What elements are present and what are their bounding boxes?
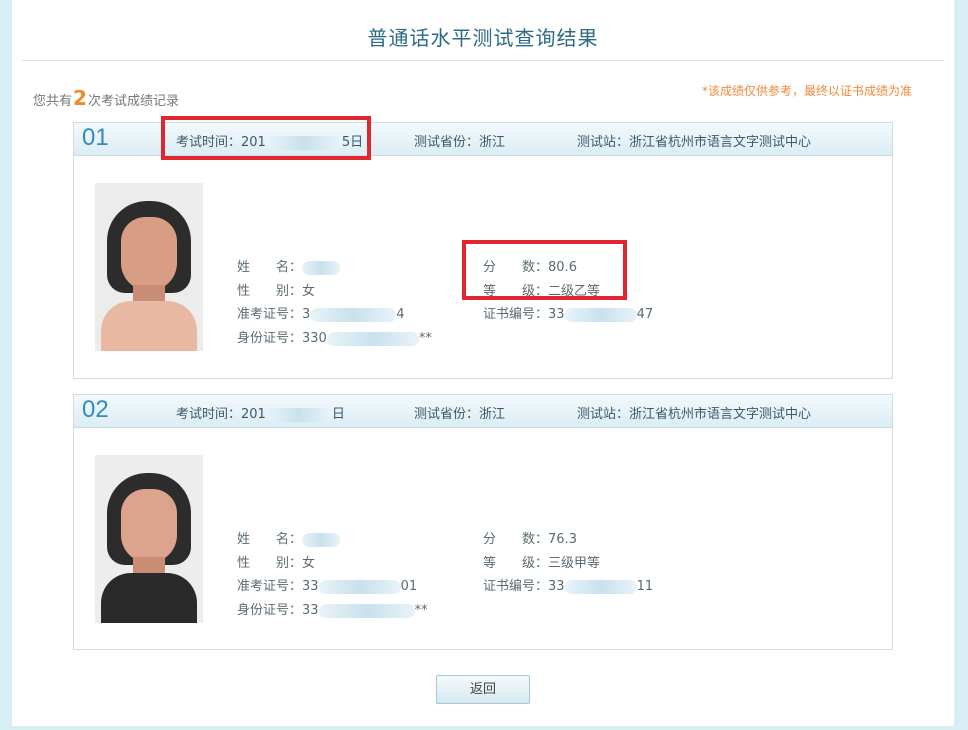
- redacted-blur: [318, 579, 401, 594]
- field-cert-no: 证书编号：33 47: [483, 307, 654, 322]
- redacted-blur: [326, 331, 419, 346]
- page-title: 普通话水平测试查询结果: [367, 26, 599, 50]
- field-id-no: 身份证号：330 **: [237, 331, 432, 346]
- level-value: 三级甲等: [548, 556, 601, 571]
- redacted-blur: [302, 260, 341, 275]
- highlight-box-exam-time: [161, 116, 371, 160]
- redacted-blur: [302, 532, 341, 547]
- results-page: 普通话水平测试查询结果 您共有2次考试成绩记录 *该成绩仅供参考，最终以证书成绩…: [12, 0, 954, 726]
- redacted-blur: [564, 307, 637, 322]
- field-id-no: 身份证号：33 **: [237, 603, 428, 618]
- field-level: 等 级：三级甲等: [483, 556, 601, 571]
- redacted-blur: [564, 579, 637, 594]
- field-cert-no: 证书编号：33 11: [483, 579, 654, 594]
- test-station: 测试站：浙江省杭州市语言文字测试中心: [577, 407, 812, 422]
- result-card-02: 02 考试时间：201 日 测试省份：浙江 测试站：浙江省杭州市语言文字测试中心 …: [73, 394, 893, 650]
- redacted-blur: [318, 603, 415, 618]
- summary-prefix: 您共有: [33, 94, 73, 109]
- summary-suffix: 次考试成绩记录: [87, 94, 179, 109]
- candidate-photo: [95, 183, 203, 351]
- field-score: 分 数：76.3: [483, 532, 577, 547]
- field-name: 姓 名：: [237, 256, 341, 275]
- exam-time-end: 日: [331, 407, 345, 422]
- highlight-box-score-level: [462, 240, 627, 300]
- exam-time-label: 考试时间：: [176, 407, 242, 422]
- redacted-blur: [265, 407, 332, 422]
- disclaimer-notice: *该成绩仅供参考，最终以证书成绩为准: [701, 84, 912, 98]
- record-number: 01: [82, 124, 109, 151]
- exam-time-start: 201: [241, 407, 266, 422]
- candidate-photo: [95, 455, 203, 623]
- test-station: 测试站：浙江省杭州市语言文字测试中心: [577, 135, 812, 150]
- test-province: 测试省份：浙江: [414, 135, 506, 150]
- title-divider: [22, 60, 944, 61]
- exam-time: 考试时间：201 日: [176, 403, 345, 422]
- field-name: 姓 名：: [237, 528, 341, 547]
- card-header: 02 考试时间：201 日 测试省份：浙江 测试站：浙江省杭州市语言文字测试中心: [74, 395, 892, 428]
- record-number: 02: [82, 396, 109, 423]
- field-gender: 性 别：女: [237, 556, 316, 571]
- field-admission-no: 准考证号：3 4: [237, 307, 405, 322]
- record-count: 2: [73, 86, 87, 110]
- redacted-blur: [310, 307, 397, 322]
- field-gender: 性 别：女: [237, 284, 316, 299]
- field-admission-no: 准考证号：33 01: [237, 579, 418, 594]
- back-button[interactable]: 返回: [436, 675, 530, 704]
- score-value: 76.3: [548, 532, 577, 547]
- test-province: 测试省份：浙江: [414, 407, 506, 422]
- record-summary: 您共有2次考试成绩记录: [33, 86, 179, 110]
